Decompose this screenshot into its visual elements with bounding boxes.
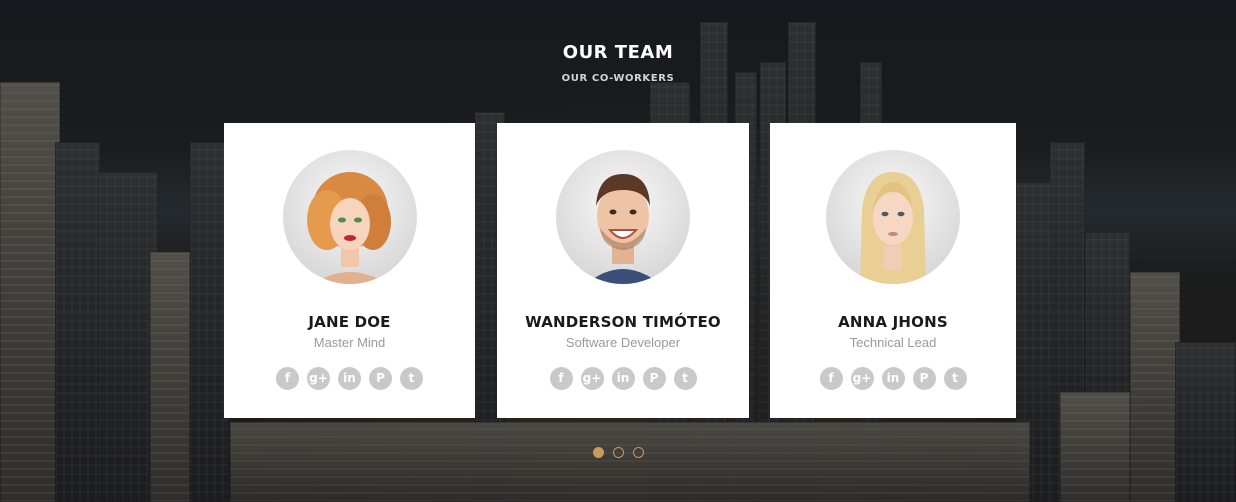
facebook-icon[interactable]: f — [819, 367, 843, 390]
google-plus-icon[interactable]: g+ — [850, 367, 874, 390]
carousel-dot-3[interactable] — [632, 447, 644, 458]
avatar — [826, 150, 960, 284]
team-card: JANE DOE Master Mind f g+ in P t — [224, 123, 475, 418]
member-name: WANDERSON TIMÓTEO — [525, 313, 721, 331]
member-role: Software Developer — [565, 335, 681, 350]
pinterest-icon[interactable]: P — [912, 367, 936, 390]
carousel-pagination — [0, 447, 1236, 458]
carousel-dot-2[interactable] — [612, 447, 624, 458]
social-links: f g+ in P t — [497, 367, 749, 390]
section-title: OUR TEAM — [562, 42, 674, 63]
twitter-icon[interactable]: t — [400, 367, 423, 390]
team-card: WANDERSON TIMÓTEO Software Developer f g… — [497, 123, 749, 418]
member-role: Master Mind — [313, 335, 386, 350]
google-plus-icon[interactable]: g+ — [580, 367, 604, 390]
pinterest-icon[interactable]: P — [369, 367, 392, 390]
facebook-icon[interactable]: f — [549, 367, 573, 390]
carousel-dot-1[interactable] — [592, 447, 604, 458]
linkedin-icon[interactable]: in — [881, 367, 905, 390]
avatar — [282, 150, 417, 284]
google-plus-icon[interactable]: g+ — [307, 367, 330, 390]
twitter-icon[interactable]: t — [673, 367, 697, 390]
linkedin-icon[interactable]: in — [338, 367, 361, 390]
member-role: Technical Lead — [849, 335, 937, 350]
pinterest-icon[interactable]: P — [642, 367, 666, 390]
section-header: OUR TEAM OUR CO-WORKERS — [0, 42, 1236, 84]
twitter-icon[interactable]: t — [943, 367, 967, 390]
social-links: f g+ in P t — [224, 367, 475, 390]
team-card: ANNA JHONS Technical Lead f g+ in P t — [770, 123, 1016, 418]
social-links: f g+ in P t — [770, 367, 1016, 390]
section-subtitle: OUR CO-WORKERS — [561, 73, 675, 84]
facebook-icon[interactable]: f — [276, 367, 299, 390]
member-name: ANNA JHONS — [838, 313, 948, 331]
member-name: JANE DOE — [308, 313, 391, 331]
linkedin-icon[interactable]: in — [611, 367, 635, 390]
avatar — [556, 150, 690, 284]
